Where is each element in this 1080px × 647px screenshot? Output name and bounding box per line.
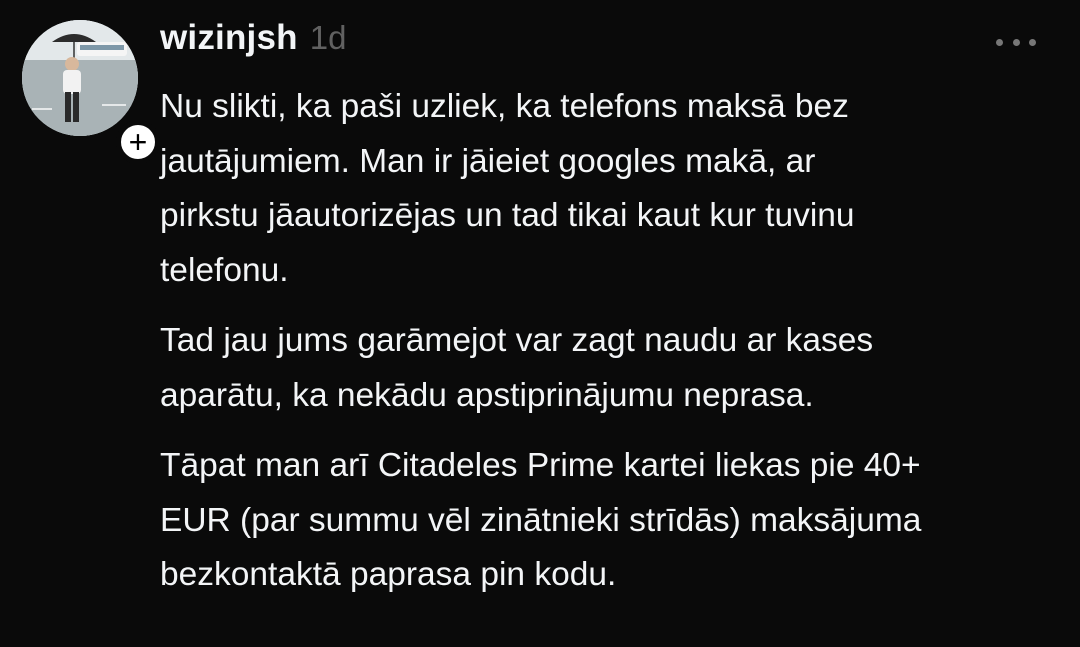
thread-post: + wizinjsh 1d Nu slikti, ka paši uzliek,… bbox=[0, 0, 1080, 647]
follow-plus-icon[interactable]: + bbox=[116, 120, 160, 164]
avatar[interactable] bbox=[22, 20, 138, 136]
post-paragraph-2: Tad jau jums garāmejot var zagt naudu ar… bbox=[160, 322, 874, 414]
post-body: Nu slikti, ka paši uzliek, ka telefons m… bbox=[160, 80, 1060, 619]
avatar-photo bbox=[22, 20, 138, 136]
username-link[interactable]: wizinjsh bbox=[160, 18, 298, 58]
more-dot bbox=[1029, 38, 1036, 46]
author-avatar-container[interactable]: + bbox=[22, 20, 160, 164]
post-paragraph-3: Tāpat man arī Citadeles Prime kartei lie… bbox=[160, 447, 922, 593]
post-paragraph-1: Nu slikti, ka paši uzliek, ka telefons m… bbox=[160, 88, 855, 289]
more-dot bbox=[1012, 38, 1020, 46]
post-timestamp: 1d bbox=[309, 19, 347, 56]
more-options-icon[interactable] bbox=[996, 30, 1036, 54]
post-header: wizinjsh 1d bbox=[160, 18, 346, 70]
more-dot bbox=[996, 38, 1003, 46]
